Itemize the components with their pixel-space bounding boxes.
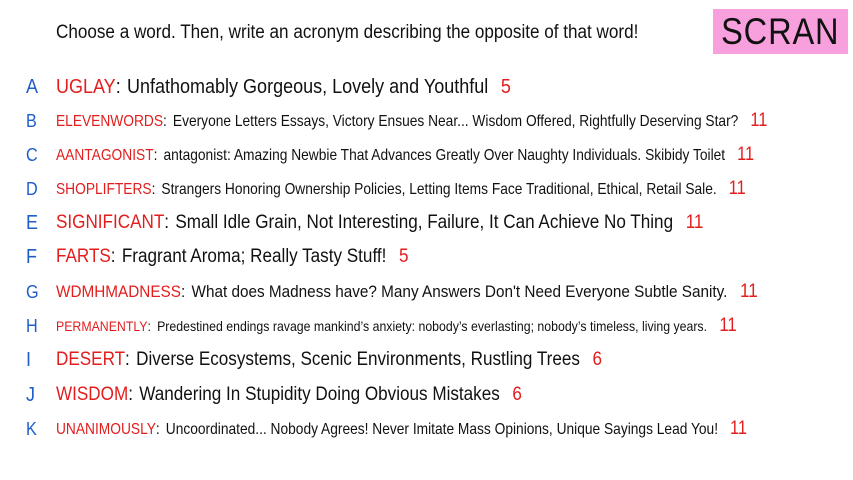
row-count: 11 [740,281,758,302]
row-letter: E [26,211,39,234]
row-acronym: Unfathomably Gorgeous, Lovely and Youthf… [127,75,489,98]
row-letter: F [26,245,37,268]
row-acronym: Diverse Ecosystems, Scenic Environments,… [136,349,580,370]
row-acronym: Strangers Honoring Ownership Policies, L… [161,181,717,198]
row-count: 5 [398,246,409,267]
row-acronym: Everyone Letters Essays, Victory Ensues … [172,113,739,130]
row-letter: C [26,144,38,165]
row-letter: I [26,348,32,371]
row-letter: H [26,315,38,336]
row-acronym: Predestined endings ravage mankind’s anx… [157,318,708,334]
row-letter: B [26,110,37,131]
row-count: 11 [719,315,737,336]
row-word: AANTAGONIST [56,147,154,164]
row-word: DESERT [56,349,126,370]
row-count: 11 [728,178,746,199]
row-count: 11 [737,144,755,165]
badge-label: SCRAN [721,10,840,52]
scran-badge: SCRAN [713,9,848,54]
row-acronym: Uncoordinated... Nobody Agrees! Never Im… [165,421,719,438]
row-count: 6 [512,384,522,405]
row-count: 11 [750,110,768,131]
row-letter: K [26,418,37,439]
row-word: SHOPLIFTERS [56,181,152,198]
row-acronym: What does Madness have? Many Answers Don… [191,282,728,301]
row-acronym: Fragrant Aroma; Really Tasty Stuff! [121,246,387,267]
row-word: UGLAY [56,75,116,98]
row-word: FARTS [56,246,111,267]
row-word: WDMHMADNESS [56,282,181,301]
row-acronym: Small Idle Grain, Not Interesting, Failu… [175,212,674,233]
row-letter: D [26,178,38,199]
row-word: PERMANENTLY [56,318,148,334]
row-letter: J [26,383,35,406]
row-word: UNANIMOUSLY [56,421,156,438]
row-letter: G [26,281,39,302]
row-acronym: Wandering In Stupidity Doing Obvious Mis… [139,384,500,405]
instruction-text: Choose a word. Then, write an acronym de… [56,22,639,43]
row-word: ELEVENWORDS [56,113,164,130]
row-count: 6 [592,349,603,370]
row-word: SIGNIFICANT [56,212,165,233]
row-count: 5 [500,75,511,98]
row-count: 11 [685,212,704,233]
row-letter: A [26,75,39,98]
row-word: WISDOM [56,384,129,405]
row-acronym: antagonist: Amazing Newbie That Advances… [163,147,726,164]
row-count: 11 [730,418,748,439]
